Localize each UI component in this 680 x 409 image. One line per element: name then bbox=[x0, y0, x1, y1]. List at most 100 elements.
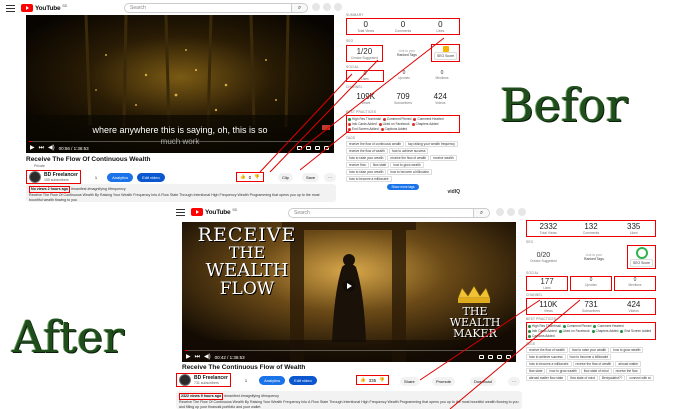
social-label: Social bbox=[526, 271, 539, 275]
tag-chip[interactable]: receive the flow of wealth bbox=[346, 148, 388, 154]
search-button[interactable]: ⌕ bbox=[474, 208, 490, 218]
check-icon bbox=[528, 324, 531, 328]
account-avatar[interactable] bbox=[334, 3, 342, 11]
analytics-button[interactable]: Analytics bbox=[259, 375, 286, 385]
tag-chip[interactable]: receive the flow of wealth bbox=[387, 155, 430, 161]
tag-chip[interactable]: how to raise your wealth bbox=[568, 347, 610, 353]
create-icon[interactable] bbox=[312, 3, 320, 11]
best-practices-list: High Res Thumbnail Comment Pinned Comment … bbox=[526, 322, 656, 340]
settings-icon[interactable] bbox=[306, 146, 311, 150]
tag-chip[interactable]: how to grow wealth bbox=[610, 347, 644, 353]
hashtags[interactable]: #manifest #magnifying #frequency bbox=[224, 394, 279, 398]
play-icon[interactable]: ▶ bbox=[186, 354, 191, 360]
tag-chip[interactable]: how to achieve success bbox=[526, 354, 566, 360]
player-controls: ▶ ⏭ ◀) 00:56 / 1:36:53 bbox=[26, 143, 334, 153]
tag-chip[interactable]: tap raising your wealth frequency bbox=[405, 141, 458, 147]
tag-chip[interactable]: abroad matter bbox=[615, 361, 642, 367]
edit-video-button[interactable]: Edit video bbox=[137, 172, 165, 182]
seo-badge-box[interactable]: SEO Score bbox=[627, 245, 656, 269]
fullscreen-icon[interactable] bbox=[324, 146, 329, 150]
tag-chip[interactable]: how to grow wealth bbox=[546, 368, 580, 374]
thumbs-up-icon[interactable]: 👍 bbox=[240, 174, 246, 180]
tag-chip[interactable]: how to become a billionaire bbox=[387, 169, 433, 175]
tag-chip[interactable]: receive the flow of wealth bbox=[572, 361, 615, 367]
video-player[interactable]: RECEIVE THE WEALTH FLOW THE WEALTH MAKER… bbox=[182, 222, 516, 362]
progress-bar[interactable] bbox=[29, 140, 331, 142]
tags-label: Tags bbox=[526, 342, 536, 346]
volume-icon[interactable]: ◀) bbox=[204, 354, 211, 360]
like-box[interactable]: 👍 0 👎 bbox=[236, 172, 264, 182]
more-actions-icon[interactable]: ··· bbox=[508, 377, 520, 386]
time-display: 00:56 / 1:36:53 bbox=[58, 145, 89, 151]
thumbs-down-icon[interactable]: 👎 bbox=[379, 377, 385, 383]
best-practice-item: End Screen Added bbox=[620, 329, 651, 333]
menu-icon[interactable] bbox=[176, 208, 185, 216]
thumbs-down-icon[interactable]: 👎 bbox=[254, 174, 260, 180]
tag-chip[interactable]: flow state bbox=[369, 162, 390, 168]
edit-video-button[interactable]: Edit video bbox=[289, 375, 317, 385]
subtitles-icon[interactable] bbox=[479, 355, 484, 359]
show-more-tags-button[interactable]: Show more tags bbox=[387, 184, 419, 190]
summary-stats: 2332 Total Views 132 Comments 335 Likes bbox=[526, 220, 656, 237]
settings-icon[interactable] bbox=[488, 355, 493, 359]
notifications-icon[interactable] bbox=[323, 3, 331, 11]
description-box[interactable]: 2322 views 9 hours ago #manifest #magnif… bbox=[176, 391, 522, 409]
play-icon[interactable]: ▶ bbox=[30, 145, 35, 151]
fullscreen-icon[interactable] bbox=[506, 355, 511, 359]
tag-chip[interactable]: receive wealth bbox=[430, 155, 457, 161]
tag-chip[interactable]: flow state of mind bbox=[580, 368, 612, 374]
tag-chip[interactable]: flow state of mind bbox=[567, 375, 599, 381]
tag-chip[interactable]: how to become a millionaire bbox=[346, 176, 392, 182]
search-input[interactable]: Search bbox=[124, 3, 292, 13]
description-box[interactable]: No views 2 hours ago #manifest #magnifyi… bbox=[26, 184, 336, 202]
volume-icon[interactable]: ◀) bbox=[48, 145, 55, 151]
download-button[interactable]: Download bbox=[470, 377, 496, 386]
thumbs-up-icon[interactable]: 👍 bbox=[360, 377, 366, 383]
subtitles-icon[interactable] bbox=[297, 146, 302, 150]
youtube-logo[interactable]: YouTube BD bbox=[21, 4, 67, 12]
channel-highlight: BD Freelancer 731 subscribers bbox=[176, 373, 231, 387]
tag-chip[interactable]: how to become a millionaire bbox=[526, 361, 572, 367]
search-button[interactable]: ⌕ bbox=[292, 3, 308, 13]
upload-time: 2 hours ago bbox=[47, 187, 68, 191]
tag-chip[interactable]: how to grow wealth bbox=[390, 162, 424, 168]
theater-icon[interactable] bbox=[315, 146, 320, 150]
tag-chip[interactable]: how to become a billionaire bbox=[566, 354, 612, 360]
progress-bar[interactable] bbox=[185, 349, 513, 351]
analytics-button[interactable]: Analytics bbox=[107, 172, 134, 182]
clip-button[interactable]: Clip bbox=[278, 173, 293, 182]
tag-chip[interactable]: receive flow bbox=[346, 162, 369, 168]
account-avatar[interactable] bbox=[518, 208, 526, 216]
seo-badge-box[interactable]: SEO Score bbox=[431, 44, 460, 62]
time-display: 00:42 / 1:36:53 bbox=[214, 354, 245, 360]
tag-chip[interactable]: Beniyadahd?? bbox=[599, 375, 626, 381]
share-button[interactable]: Share bbox=[400, 377, 419, 386]
save-button[interactable]: Save bbox=[302, 173, 320, 182]
tag-chip[interactable]: flow state bbox=[526, 368, 546, 374]
youtube-play-icon bbox=[191, 208, 203, 216]
tag-chip[interactable]: receive the flow bbox=[612, 368, 641, 374]
channel-avatar[interactable] bbox=[29, 171, 41, 183]
more-actions-icon[interactable]: ··· bbox=[324, 173, 336, 182]
tag-chip[interactable]: how to achieve success bbox=[388, 148, 429, 154]
tag-chip[interactable]: receive the flow of wealth bbox=[526, 347, 568, 353]
best-practice-label: End Screen Added bbox=[352, 127, 379, 131]
video-player[interactable]: where anywhere this is saying, oh, this … bbox=[26, 15, 334, 153]
like-box[interactable]: 👍 335 👎 bbox=[356, 375, 389, 385]
tag-chip[interactable]: how to raise your wealth bbox=[346, 169, 387, 175]
tag-chip[interactable]: abroad matter flow state bbox=[526, 375, 567, 381]
tag-chip[interactable]: how to raise your wealth bbox=[346, 155, 387, 161]
channel-avatar[interactable] bbox=[179, 374, 191, 386]
next-icon[interactable]: ⏭ bbox=[195, 354, 200, 360]
search-input[interactable]: Search bbox=[288, 208, 474, 218]
tag-chip[interactable]: receive the flow of continuous wealth bbox=[346, 141, 405, 147]
theater-icon[interactable] bbox=[497, 355, 502, 359]
create-icon[interactable] bbox=[496, 208, 504, 216]
tag-chip[interactable]: connect with st. bbox=[626, 375, 655, 381]
hashtags[interactable]: #manifest #magnifying #frequency bbox=[71, 187, 126, 191]
menu-icon[interactable] bbox=[6, 4, 15, 12]
notifications-icon[interactable] bbox=[507, 208, 515, 216]
promote-button[interactable]: Promote bbox=[432, 377, 456, 386]
next-icon[interactable]: ⏭ bbox=[39, 145, 44, 151]
youtube-logo[interactable]: YouTube BD bbox=[191, 208, 237, 216]
